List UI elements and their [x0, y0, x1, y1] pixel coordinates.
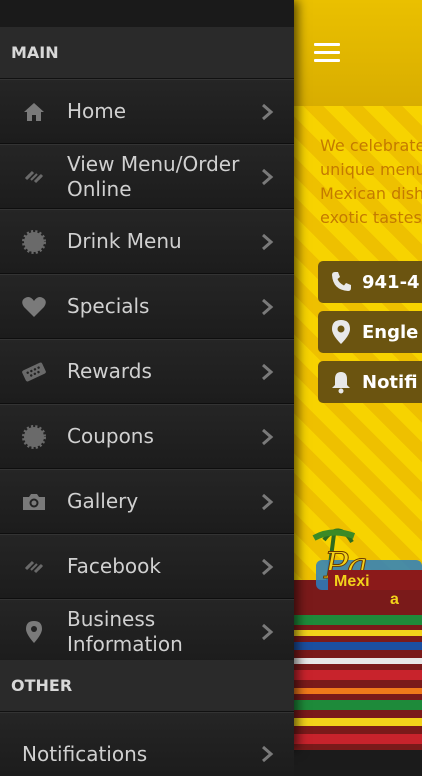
chevron-right-icon [262, 363, 274, 380]
bell-icon [328, 369, 354, 395]
chevron-right-icon [262, 103, 274, 120]
chevron-right-icon [262, 558, 274, 575]
ticket-icon [20, 358, 48, 386]
location-button-label: Engle [362, 321, 419, 343]
hamburger-menu-icon[interactable] [314, 43, 340, 63]
chevron-right-icon [262, 428, 274, 445]
notifications-button-label: Notifi [362, 371, 418, 393]
section-header-main: MAIN [0, 27, 294, 79]
menu-item-label: Rewards [67, 359, 152, 383]
chevron-right-icon [262, 745, 274, 762]
menu-item-label: Business Information [67, 606, 183, 656]
intro-line: Mexican dish [320, 184, 422, 203]
side-menu: MAIN Home View Menu/Order Online Drink M… [0, 0, 294, 776]
main-menu-list: Home View Menu/Order Online Drink Menu S… [0, 79, 294, 664]
section-title: MAIN [11, 43, 59, 62]
menu-item-specials[interactable]: Specials [0, 274, 294, 339]
notifications-button[interactable]: Notifi [318, 361, 422, 403]
menu-item-label: Specials [67, 294, 150, 318]
chevron-right-icon [262, 493, 274, 510]
intro-line: exotic tastes [320, 208, 422, 227]
menu-item-view-menu[interactable]: View Menu/Order Online [0, 144, 294, 209]
menu-item-label: Drink Menu [67, 229, 182, 253]
menu-item-gallery[interactable]: Gallery [0, 469, 294, 534]
section-title: OTHER [11, 676, 73, 695]
camera-icon [20, 488, 48, 516]
logo-subtext: a [390, 591, 399, 608]
app-content: We celebrate unique menu Mexican dish ex… [294, 0, 422, 750]
badge-icon [20, 228, 48, 256]
intro-text: We celebrate unique menu Mexican dish ex… [320, 134, 422, 230]
menu-item-home[interactable]: Home [0, 79, 294, 144]
menu-item-coupons[interactable]: Coupons [0, 404, 294, 469]
link-icon [20, 553, 48, 581]
location-pin-icon [328, 319, 354, 345]
heart-icon [20, 293, 48, 321]
call-button[interactable]: 941-4 [318, 261, 422, 303]
chevron-right-icon [262, 168, 274, 185]
call-button-label: 941-4 [362, 271, 420, 293]
location-button[interactable]: Engle [318, 311, 422, 353]
link-icon [20, 163, 48, 191]
badge-icon [20, 423, 48, 451]
menu-item-drink-menu[interactable]: Drink Menu [0, 209, 294, 274]
status-bar [0, 0, 294, 27]
menu-item-facebook[interactable]: Facebook [0, 534, 294, 599]
location-pin-icon [20, 618, 48, 646]
menu-item-label: Coupons [67, 424, 154, 448]
menu-item-label: Notifications [22, 741, 148, 766]
menu-item-label: Facebook [67, 554, 161, 578]
menu-item-rewards[interactable]: Rewards [0, 339, 294, 404]
section-header-other: OTHER [0, 660, 294, 712]
restaurant-logo: Pa Mexi a [294, 520, 422, 750]
chevron-right-icon [262, 298, 274, 315]
phone-icon [328, 269, 354, 295]
app-topbar [294, 0, 422, 106]
logo-subtext: Mexi [334, 573, 370, 590]
menu-item-label: View Menu/Order Online [67, 151, 240, 201]
menu-item-label: Home [67, 99, 127, 123]
intro-line: unique menu [320, 160, 422, 179]
menu-item-notifications[interactable]: Notifications [0, 712, 294, 776]
home-icon [20, 98, 48, 126]
chevron-right-icon [262, 233, 274, 250]
menu-item-label: Gallery [67, 489, 139, 513]
intro-line: We celebrate [320, 136, 422, 155]
menu-item-business-information[interactable]: Business Information [0, 599, 294, 664]
chevron-right-icon [262, 623, 274, 640]
